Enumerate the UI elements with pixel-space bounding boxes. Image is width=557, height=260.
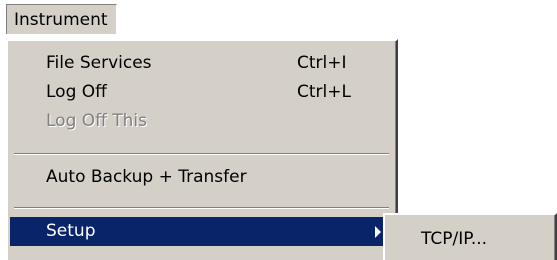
submenu-item-tcp-ip[interactable]: TCP/IP... bbox=[421, 227, 487, 251]
menu-item-file-services[interactable]: File Services Ctrl+I bbox=[10, 49, 393, 78]
instrument-dropdown-menu: File Services Ctrl+I Log Off Ctrl+L Log … bbox=[6, 39, 398, 260]
menu-separator bbox=[14, 153, 389, 155]
menu-item-label: Log Off bbox=[46, 82, 107, 102]
menu-item-label: Log Off This bbox=[46, 111, 148, 131]
menu-item-auto-backup-transfer[interactable]: Auto Backup + Transfer bbox=[10, 163, 393, 192]
menu-item-label: File Services bbox=[46, 53, 152, 73]
menu-separator bbox=[14, 207, 389, 209]
menu-item-log-off[interactable]: Log Off Ctrl+L bbox=[10, 78, 393, 107]
menu-item-shortcut: Ctrl+L bbox=[297, 82, 351, 102]
submenu-arrow-icon bbox=[375, 226, 381, 238]
application-window-region: Instrument File Services Ctrl+I Log Off … bbox=[0, 0, 557, 260]
menubar-item-instrument[interactable]: Instrument bbox=[6, 4, 117, 34]
menu-item-shortcut: Ctrl+I bbox=[297, 53, 347, 73]
menu-item-setup[interactable]: Setup bbox=[10, 217, 393, 246]
menu-item-label: Auto Backup + Transfer bbox=[46, 167, 247, 187]
menu-item-log-off-this: Log Off This bbox=[10, 107, 393, 136]
menu-item-label: Setup bbox=[46, 221, 96, 241]
setup-submenu: TCP/IP... bbox=[383, 213, 557, 260]
